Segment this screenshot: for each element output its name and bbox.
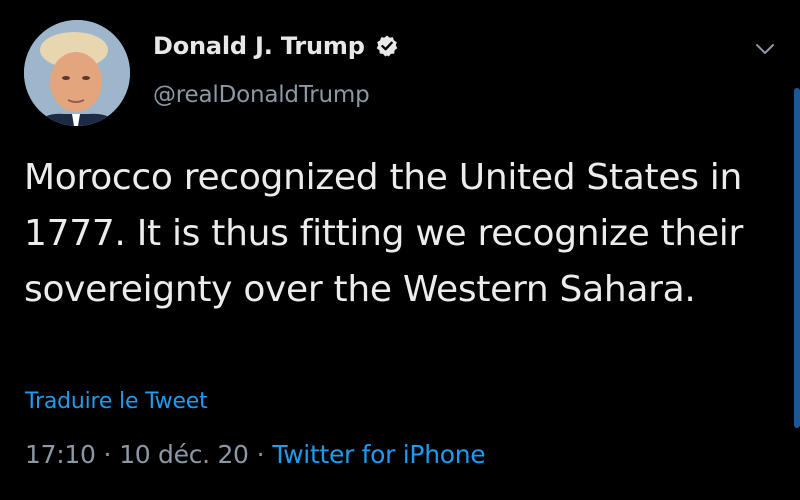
tweet-date[interactable]: 10 déc. 20 xyxy=(119,440,249,469)
user-handle[interactable]: @realDonaldTrump xyxy=(153,82,370,108)
tweet-card: Donald J. Trump @realDonaldTrump Morocco… xyxy=(0,0,800,500)
tweet-source-link[interactable]: Twitter for iPhone xyxy=(272,440,485,469)
translate-tweet-link[interactable]: Traduire le Tweet xyxy=(25,389,208,414)
tweet-time[interactable]: 17:10 xyxy=(25,440,96,469)
display-name[interactable]: Donald J. Trump xyxy=(153,32,365,60)
separator: · xyxy=(103,440,112,469)
verified-badge-icon xyxy=(375,34,399,58)
chevron-down-icon[interactable] xyxy=(754,38,776,60)
scrollbar[interactable] xyxy=(794,88,800,428)
tweet-text: Morocco recognized the United States in … xyxy=(24,157,744,310)
separator: · xyxy=(256,440,265,469)
display-name-row: Donald J. Trump xyxy=(153,32,399,60)
tweet-metadata: 17:10 · 10 déc. 20 · Twitter for iPhone xyxy=(25,440,486,469)
avatar[interactable] xyxy=(24,20,130,126)
